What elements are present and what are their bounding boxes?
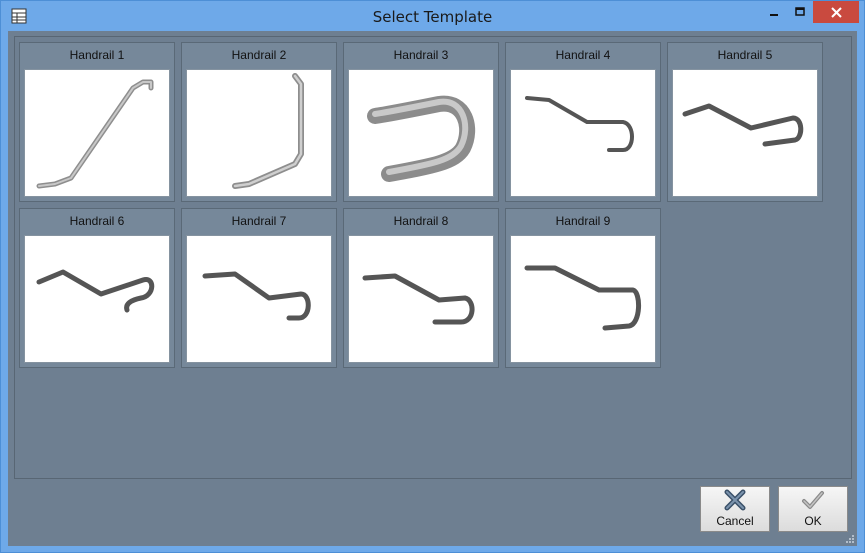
checkmark-icon (802, 491, 824, 509)
resize-grip-icon[interactable] (845, 534, 855, 544)
maximize-button[interactable] (787, 1, 813, 23)
ok-button-label: OK (804, 514, 822, 528)
handrail-thumbnail-icon (36, 269, 155, 313)
template-label: Handrail 3 (393, 48, 449, 62)
template-label: Handrail 1 (69, 48, 125, 62)
ok-button[interactable]: OK (778, 486, 848, 532)
template-thumbnail (672, 69, 818, 197)
template-thumbnail (186, 235, 332, 363)
handrail-thumbnail-icon (232, 73, 304, 189)
template-thumbnail (348, 69, 494, 197)
cancel-x-icon (724, 489, 746, 511)
template-tile-handrail-6[interactable]: Handrail 6 (19, 208, 175, 368)
select-template-dialog: Select Template Handrail 1 Handrail 2 Ha… (0, 0, 865, 553)
dialog-body: Handrail 1 Handrail 2 Handrail 3 Handrai… (8, 31, 857, 546)
cancel-button-label: Cancel (716, 514, 754, 528)
close-icon (830, 6, 842, 18)
template-label: Handrail 2 (231, 48, 287, 62)
title-bar[interactable]: Select Template (1, 1, 864, 31)
template-label: Handrail 9 (555, 214, 611, 228)
template-label: Handrail 6 (69, 214, 125, 228)
template-gallery: Handrail 1 Handrail 2 Handrail 3 Handrai… (14, 36, 852, 479)
handrail-thumbnail-icon (202, 271, 311, 321)
template-tile-handrail-4[interactable]: Handrail 4 (505, 42, 661, 202)
handrail-thumbnail-icon (362, 273, 475, 325)
template-thumbnail (348, 235, 494, 363)
handrail-thumbnail-icon (36, 79, 154, 189)
window-title: Select Template (372, 8, 493, 26)
maximize-icon (795, 7, 805, 16)
template-thumbnail (510, 69, 656, 197)
template-thumbnail (186, 69, 332, 197)
minimize-button[interactable] (761, 1, 787, 23)
template-label: Handrail 4 (555, 48, 611, 62)
cancel-button[interactable]: Cancel (700, 486, 770, 532)
template-tile-handrail-7[interactable]: Handrail 7 (181, 208, 337, 368)
template-thumbnail (24, 235, 170, 363)
minimize-icon (770, 14, 778, 16)
template-label: Handrail 8 (393, 214, 449, 228)
handrail-thumbnail-icon (525, 96, 634, 152)
handrail-thumbnail-icon (524, 265, 641, 331)
template-tile-handrail-3[interactable]: Handrail 3 (343, 42, 499, 202)
template-thumbnail (510, 235, 656, 363)
close-button[interactable] (813, 1, 859, 23)
handrail-thumbnail-icon (682, 103, 804, 147)
template-tile-handrail-1[interactable]: Handrail 1 (19, 42, 175, 202)
template-label: Handrail 5 (717, 48, 773, 62)
handrail-thumbnail-icon (367, 95, 475, 182)
template-tile-handrail-9[interactable]: Handrail 9 (505, 208, 661, 368)
template-label: Handrail 7 (231, 214, 287, 228)
template-tile-handrail-2[interactable]: Handrail 2 (181, 42, 337, 202)
template-tile-handrail-8[interactable]: Handrail 8 (343, 208, 499, 368)
template-tile-handrail-5[interactable]: Handrail 5 (667, 42, 823, 202)
template-thumbnail (24, 69, 170, 197)
